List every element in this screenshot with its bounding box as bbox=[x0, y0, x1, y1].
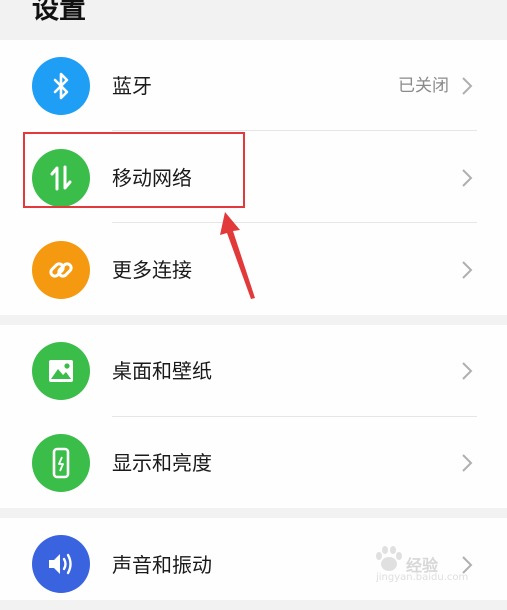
settings-item-desktop-wallpaper[interactable]: 桌面和壁纸 bbox=[0, 325, 507, 417]
annotation-arrow-icon bbox=[220, 212, 255, 299]
paw-logo-icon bbox=[376, 546, 402, 571]
baidu-watermark: 经验 jingyan.baidu.com bbox=[372, 540, 482, 586]
settings-group-display: 桌面和壁纸 显示和亮度 bbox=[0, 325, 507, 508]
settings-item-label: 声音和振动 bbox=[112, 553, 212, 577]
chevron-right-icon bbox=[462, 169, 473, 187]
speaker-icon bbox=[32, 535, 90, 593]
divider bbox=[112, 130, 477, 131]
bluetooth-status-value: 已关闭 bbox=[398, 76, 449, 96]
page-title: 设置 bbox=[32, 0, 86, 25]
settings-item-label: 桌面和壁纸 bbox=[112, 359, 212, 383]
watermark-url: jingyan.baidu.com bbox=[376, 572, 469, 583]
annotation-highlight-box bbox=[23, 132, 245, 208]
chevron-right-icon bbox=[462, 362, 473, 380]
settings-item-label: 蓝牙 bbox=[112, 74, 152, 98]
settings-item-label: 更多连接 bbox=[112, 258, 192, 282]
settings-item-display-brightness[interactable]: 显示和亮度 bbox=[0, 417, 507, 509]
divider bbox=[112, 222, 477, 223]
chevron-right-icon bbox=[462, 454, 473, 472]
link-icon bbox=[32, 241, 90, 299]
chevron-right-icon bbox=[462, 261, 473, 279]
chevron-right-icon bbox=[462, 77, 473, 95]
phone-brightness-icon bbox=[32, 434, 90, 492]
image-icon bbox=[32, 342, 90, 400]
settings-item-label: 显示和亮度 bbox=[112, 451, 212, 475]
bluetooth-icon bbox=[32, 57, 90, 115]
settings-item-bluetooth[interactable]: 蓝牙 已关闭 bbox=[0, 40, 507, 132]
